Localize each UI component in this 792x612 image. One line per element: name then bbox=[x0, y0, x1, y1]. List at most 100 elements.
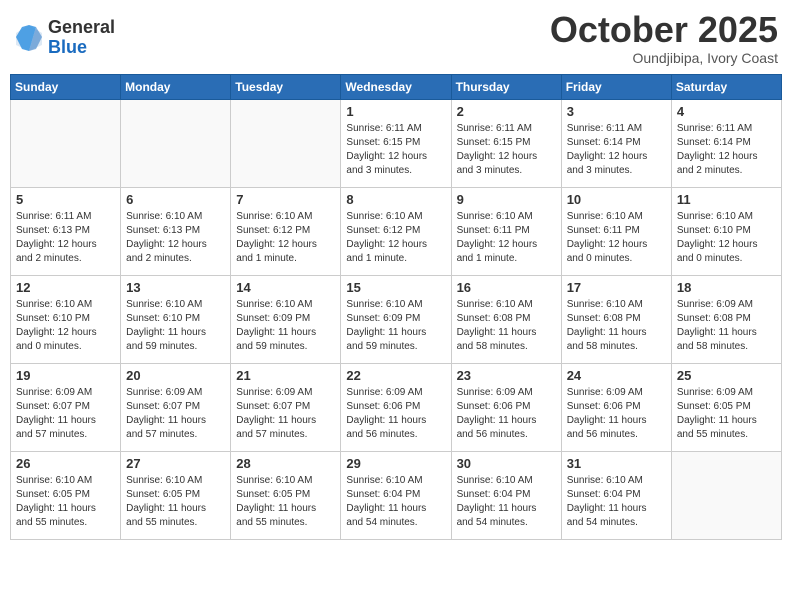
calendar-cell: 31 Sunrise: 6:10 AMSunset: 6:04 PMDayligh… bbox=[561, 451, 671, 539]
calendar-cell: 25Sunrise: 6:09 AMSunset: 6:05 PMDayligh… bbox=[671, 363, 781, 451]
month-title: October 2025 bbox=[550, 10, 778, 50]
day-info: Sunrise: 6:10 AMSunset: 6:12 PMDaylight:… bbox=[346, 210, 445, 266]
day-info: Sunrise: 6:10 AMSunset: 6:10 PMDaylight:… bbox=[16, 298, 115, 354]
calendar-cell: 13 Sunrise: 6:10 AMSunset: 6:10 PMDayligh… bbox=[121, 275, 231, 363]
day-info: Sunrise: 6:11 AMSunset: 6:13 PMDaylight:… bbox=[16, 210, 115, 266]
calendar-cell: 26 Sunrise: 6:10 AMSunset: 6:05 PMDayligh… bbox=[11, 451, 121, 539]
calendar-cell bbox=[231, 99, 341, 187]
day-info: Sunrise: 6:09 AMSunset: 6:06 PMDaylight:… bbox=[567, 386, 666, 442]
day-info: Sunrise: 6:11 AMSunset: 6:14 PMDaylight:… bbox=[567, 122, 666, 178]
day-number: 25 bbox=[677, 368, 776, 383]
day-info: Sunrise: 6:10 AMSunset: 6:11 PMDaylight:… bbox=[457, 210, 556, 266]
week-row-1: 1 Sunrise: 6:11 AMSunset: 6:15 PMDaylight… bbox=[11, 99, 782, 187]
calendar-cell: 28 Sunrise: 6:10 AMSunset: 6:05 PMDayligh… bbox=[231, 451, 341, 539]
page-header: General Blue October 2025 Oundjibipa, Iv… bbox=[10, 10, 782, 66]
calendar-cell: 22 Sunrise: 6:09 AMSunset: 6:06 PMDayligh… bbox=[341, 363, 451, 451]
calendar-cell: 19 Sunrise: 6:09 AMSunset: 6:07 PMDayligh… bbox=[11, 363, 121, 451]
logo-text: General Blue bbox=[48, 18, 115, 58]
day-number: 20 bbox=[126, 368, 225, 383]
calendar-cell: 10Sunrise: 6:10 AMSunset: 6:11 PMDayligh… bbox=[561, 187, 671, 275]
calendar-cell: 12 Sunrise: 6:10 AMSunset: 6:10 PMDayligh… bbox=[11, 275, 121, 363]
weekday-sunday: Sunday bbox=[11, 74, 121, 99]
day-number: 17 bbox=[567, 280, 666, 295]
calendar-cell bbox=[121, 99, 231, 187]
day-number: 21 bbox=[236, 368, 335, 383]
logo-blue: Blue bbox=[48, 38, 115, 58]
day-number: 31 bbox=[567, 456, 666, 471]
weekday-saturday: Saturday bbox=[671, 74, 781, 99]
calendar-cell: 5 Sunrise: 6:11 AMSunset: 6:13 PMDaylight… bbox=[11, 187, 121, 275]
day-info: Sunrise: 6:09 AMSunset: 6:07 PMDaylight:… bbox=[236, 386, 335, 442]
day-info: Sunrise: 6:11 AMSunset: 6:15 PMDaylight:… bbox=[457, 122, 556, 178]
day-number: 30 bbox=[457, 456, 556, 471]
day-number: 22 bbox=[346, 368, 445, 383]
calendar-cell: 29 Sunrise: 6:10 AMSunset: 6:04 PMDayligh… bbox=[341, 451, 451, 539]
calendar-cell: 30 Sunrise: 6:10 AMSunset: 6:04 PMDayligh… bbox=[451, 451, 561, 539]
week-row-2: 5 Sunrise: 6:11 AMSunset: 6:13 PMDaylight… bbox=[11, 187, 782, 275]
day-number: 26 bbox=[16, 456, 115, 471]
day-info: Sunrise: 6:10 AMSunset: 6:04 PMDaylight:… bbox=[567, 474, 666, 530]
day-info: Sunrise: 6:09 AMSunset: 6:07 PMDaylight:… bbox=[16, 386, 115, 442]
day-info: Sunrise: 6:10 AMSunset: 6:05 PMDaylight:… bbox=[16, 474, 115, 530]
logo-general: General bbox=[48, 18, 115, 38]
day-number: 29 bbox=[346, 456, 445, 471]
day-number: 9 bbox=[457, 192, 556, 207]
day-info: Sunrise: 6:10 AMSunset: 6:13 PMDaylight:… bbox=[126, 210, 225, 266]
calendar-cell bbox=[671, 451, 781, 539]
day-info: Sunrise: 6:10 AMSunset: 6:04 PMDaylight:… bbox=[346, 474, 445, 530]
day-info: Sunrise: 6:10 AMSunset: 6:12 PMDaylight:… bbox=[236, 210, 335, 266]
weekday-wednesday: Wednesday bbox=[341, 74, 451, 99]
day-number: 5 bbox=[16, 192, 115, 207]
day-number: 28 bbox=[236, 456, 335, 471]
day-info: Sunrise: 6:10 AMSunset: 6:05 PMDaylight:… bbox=[236, 474, 335, 530]
weekday-friday: Friday bbox=[561, 74, 671, 99]
day-number: 15 bbox=[346, 280, 445, 295]
calendar-cell: 27Sunrise: 6:10 AMSunset: 6:05 PMDayligh… bbox=[121, 451, 231, 539]
calendar-cell: 23Sunrise: 6:09 AMSunset: 6:06 PMDayligh… bbox=[451, 363, 561, 451]
day-number: 23 bbox=[457, 368, 556, 383]
calendar-cell: 11Sunrise: 6:10 AMSunset: 6:10 PMDayligh… bbox=[671, 187, 781, 275]
day-info: Sunrise: 6:10 AMSunset: 6:04 PMDaylight:… bbox=[457, 474, 556, 530]
calendar-cell: 17Sunrise: 6:10 AMSunset: 6:08 PMDayligh… bbox=[561, 275, 671, 363]
calendar-cell: 1Sunrise: 6:11 AMSunset: 6:15 PMDaylight… bbox=[341, 99, 451, 187]
day-number: 3 bbox=[567, 104, 666, 119]
calendar-cell: 18Sunrise: 6:09 AMSunset: 6:08 PMDayligh… bbox=[671, 275, 781, 363]
logo-icon bbox=[14, 23, 44, 53]
calendar: SundayMondayTuesdayWednesdayThursdayFrid… bbox=[10, 74, 782, 540]
week-row-5: 26 Sunrise: 6:10 AMSunset: 6:05 PMDayligh… bbox=[11, 451, 782, 539]
day-info: Sunrise: 6:10 AMSunset: 6:11 PMDaylight:… bbox=[567, 210, 666, 266]
calendar-cell: 16 Sunrise: 6:10 AMSunset: 6:08 PMDayligh… bbox=[451, 275, 561, 363]
day-number: 27 bbox=[126, 456, 225, 471]
calendar-cell: 15 Sunrise: 6:10 AMSunset: 6:09 PMDayligh… bbox=[341, 275, 451, 363]
day-number: 2 bbox=[457, 104, 556, 119]
day-info: Sunrise: 6:09 AMSunset: 6:06 PMDaylight:… bbox=[346, 386, 445, 442]
location: Oundjibipa, Ivory Coast bbox=[550, 50, 778, 66]
day-number: 1 bbox=[346, 104, 445, 119]
calendar-cell: 7 Sunrise: 6:10 AMSunset: 6:12 PMDaylight… bbox=[231, 187, 341, 275]
calendar-cell: 9 Sunrise: 6:10 AMSunset: 6:11 PMDaylight… bbox=[451, 187, 561, 275]
day-number: 8 bbox=[346, 192, 445, 207]
day-info: Sunrise: 6:10 AMSunset: 6:08 PMDaylight:… bbox=[457, 298, 556, 354]
day-number: 24 bbox=[567, 368, 666, 383]
calendar-cell: 2 Sunrise: 6:11 AMSunset: 6:15 PMDaylight… bbox=[451, 99, 561, 187]
calendar-cell: 6 Sunrise: 6:10 AMSunset: 6:13 PMDaylight… bbox=[121, 187, 231, 275]
day-number: 7 bbox=[236, 192, 335, 207]
day-info: Sunrise: 6:09 AMSunset: 6:07 PMDaylight:… bbox=[126, 386, 225, 442]
day-number: 14 bbox=[236, 280, 335, 295]
weekday-thursday: Thursday bbox=[451, 74, 561, 99]
day-number: 11 bbox=[677, 192, 776, 207]
day-number: 19 bbox=[16, 368, 115, 383]
calendar-cell: 24 Sunrise: 6:09 AMSunset: 6:06 PMDayligh… bbox=[561, 363, 671, 451]
calendar-cell: 21 Sunrise: 6:09 AMSunset: 6:07 PMDayligh… bbox=[231, 363, 341, 451]
day-number: 13 bbox=[126, 280, 225, 295]
day-number: 4 bbox=[677, 104, 776, 119]
day-info: Sunrise: 6:10 AMSunset: 6:10 PMDaylight:… bbox=[126, 298, 225, 354]
day-info: Sunrise: 6:10 AMSunset: 6:09 PMDaylight:… bbox=[236, 298, 335, 354]
day-number: 12 bbox=[16, 280, 115, 295]
calendar-cell: 20 Sunrise: 6:09 AMSunset: 6:07 PMDayligh… bbox=[121, 363, 231, 451]
day-info: Sunrise: 6:10 AMSunset: 6:09 PMDaylight:… bbox=[346, 298, 445, 354]
day-number: 6 bbox=[126, 192, 225, 207]
day-info: Sunrise: 6:11 AMSunset: 6:14 PMDaylight:… bbox=[677, 122, 776, 178]
day-number: 16 bbox=[457, 280, 556, 295]
weekday-header-row: SundayMondayTuesdayWednesdayThursdayFrid… bbox=[11, 74, 782, 99]
